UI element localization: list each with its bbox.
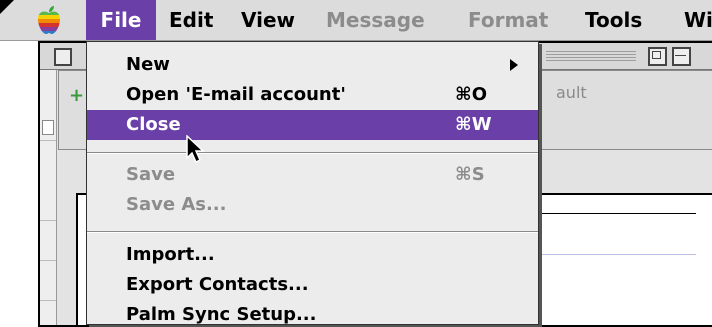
titlebar-stripes (546, 49, 636, 63)
menu-bar: File Edit View Message Format Tools Wi (0, 0, 712, 41)
window-close-box[interactable] (54, 48, 72, 66)
document-icon (42, 120, 54, 135)
menu-item-import[interactable]: Import... (87, 240, 538, 270)
window-sidebar (40, 70, 57, 325)
menu-item-label: Export Contacts... (126, 274, 309, 295)
window-zoom-box[interactable] (648, 47, 667, 66)
add-icon[interactable]: + (69, 85, 84, 106)
menu-format[interactable]: Format (468, 0, 548, 40)
menu-tools[interactable]: Tools (585, 0, 642, 40)
menu-separator (87, 152, 538, 154)
menu-item-save-as[interactable]: Save As... (87, 190, 538, 220)
file-menu-dropdown: New Open 'E-mail account' ⌘O Close ⌘W Sa… (86, 41, 539, 325)
menu-item-label: Open 'E-mail account' (126, 84, 346, 105)
menu-item-shortcut: ⌘O (455, 84, 488, 105)
menu-file[interactable]: File (86, 0, 156, 40)
menu-item-label: Save (126, 164, 176, 185)
menu-item-export-contacts[interactable]: Export Contacts... (87, 270, 538, 300)
menu-item-label: Save As... (126, 194, 227, 215)
menu-item-label: New (126, 54, 170, 75)
menu-item-label: Close (126, 114, 181, 135)
menu-item-save[interactable]: Save ⌘S (87, 160, 538, 190)
screen-corner (0, 0, 14, 14)
menu-item-shortcut: ⌘W (455, 114, 492, 135)
menu-item-label: Import... (126, 244, 215, 265)
submenu-arrow-icon (510, 59, 518, 71)
menu-edit[interactable]: Edit (169, 0, 213, 40)
window-collapse-box[interactable] (672, 47, 691, 66)
menu-window[interactable]: Wi (684, 0, 712, 40)
menu-item-shortcut: ⌘S (455, 164, 485, 185)
menu-separator (87, 231, 538, 233)
menu-item-label: Palm Sync Setup... (126, 304, 317, 325)
mouse-pointer-icon (186, 135, 205, 164)
apple-menu-icon[interactable] (36, 5, 62, 35)
menu-item-palm-sync-setup[interactable]: Palm Sync Setup... (87, 300, 538, 325)
menu-item-new[interactable]: New (87, 50, 538, 80)
menu-item-close[interactable]: Close ⌘W (87, 110, 538, 140)
menu-message[interactable]: Message (326, 0, 425, 40)
toolbar-label: ault (556, 83, 587, 102)
menu-item-open[interactable]: Open 'E-mail account' ⌘O (87, 80, 538, 110)
menu-view[interactable]: View (241, 0, 295, 40)
